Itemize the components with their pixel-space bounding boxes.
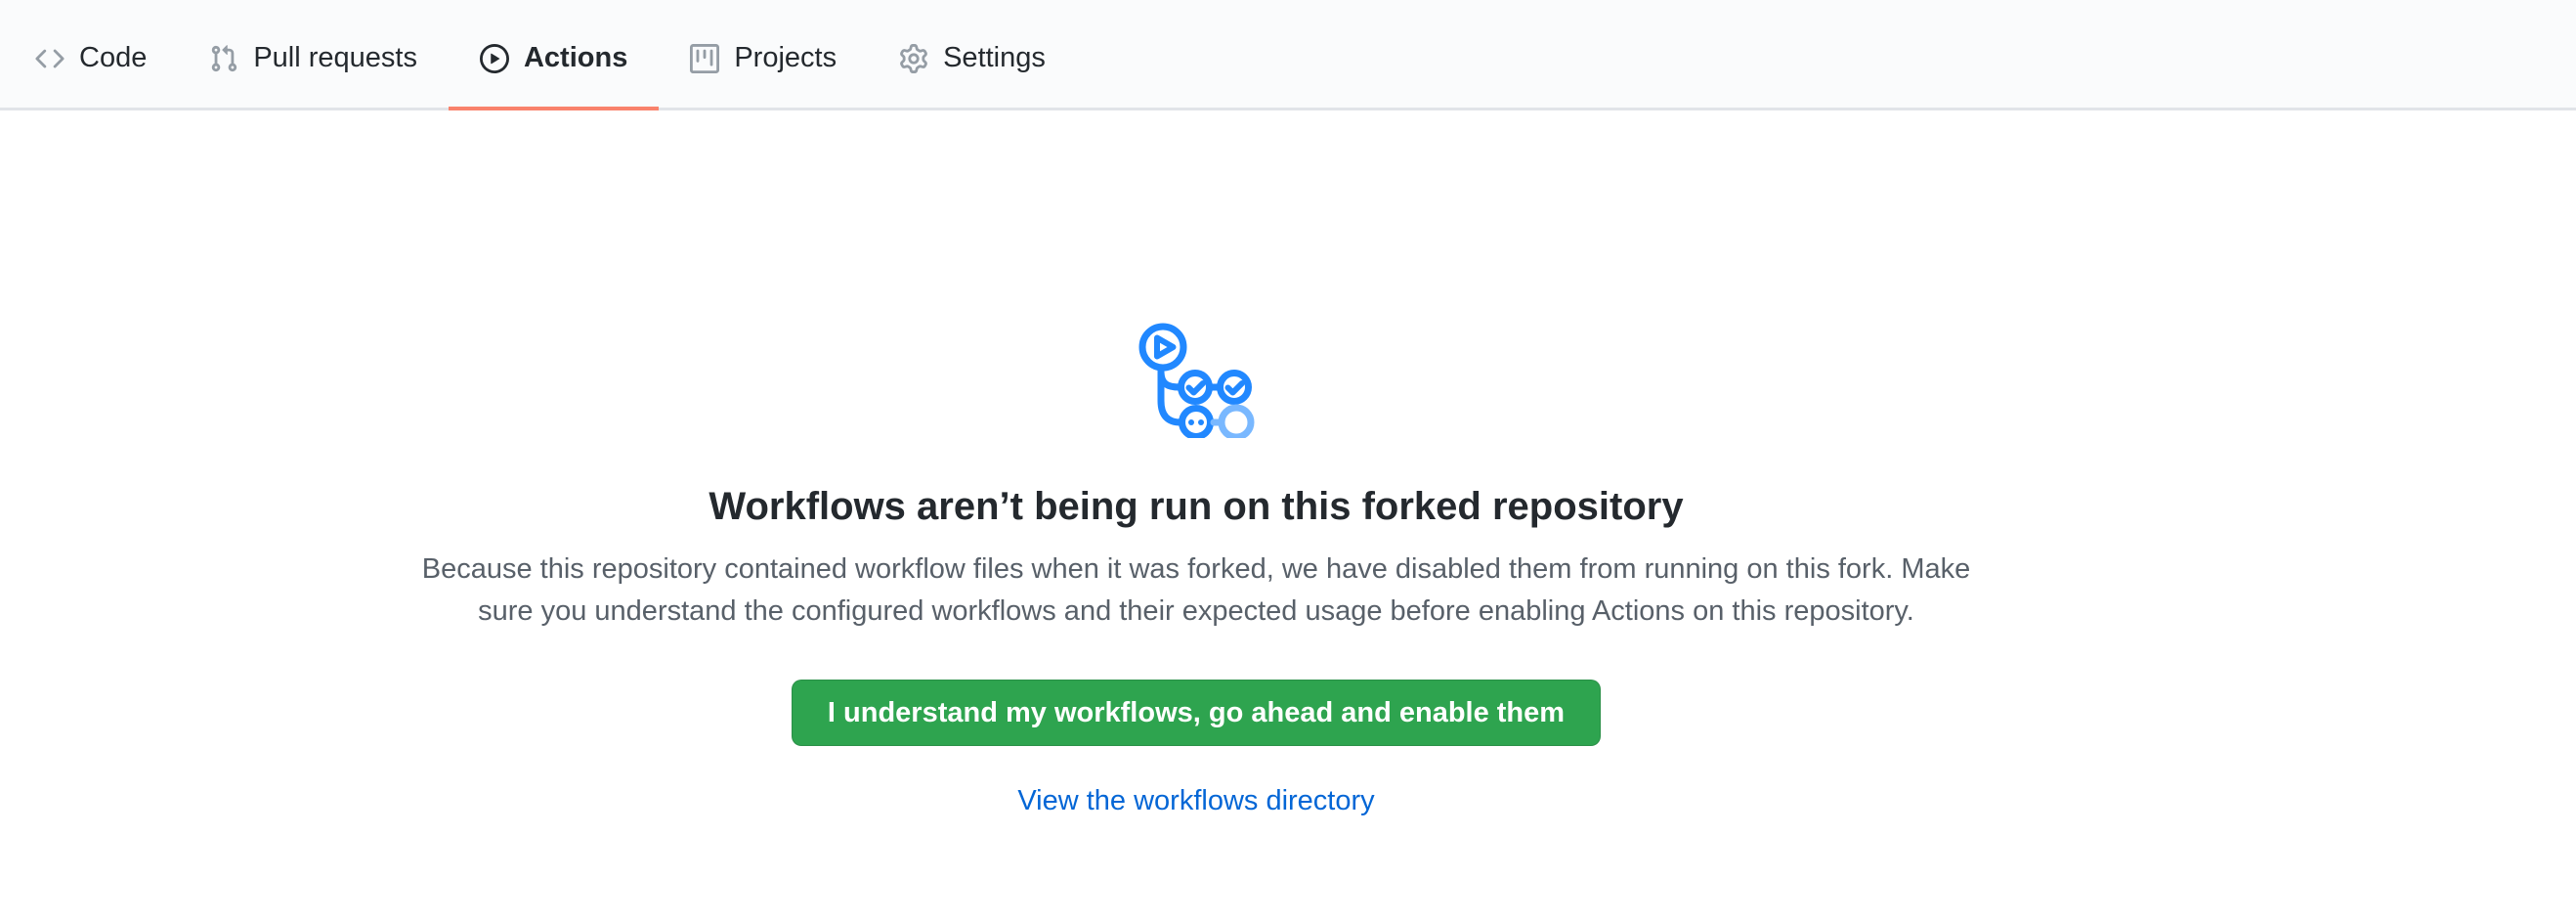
- tab-code[interactable]: Code: [4, 10, 178, 110]
- workflow-graph-icon: [1138, 321, 1255, 438]
- tab-projects[interactable]: Projects: [659, 10, 868, 110]
- tab-label: Settings: [943, 44, 1046, 72]
- tab-pull-requests[interactable]: Pull requests: [178, 10, 449, 110]
- empty-state-description: Because this repository contained workfl…: [395, 549, 1997, 633]
- empty-state-title: Workflows aren’t being run on this forke…: [0, 482, 2392, 531]
- tab-label: Projects: [734, 44, 837, 72]
- git-pull-request-icon: [209, 44, 238, 73]
- tab-label: Pull requests: [253, 44, 417, 72]
- play-icon: [480, 44, 509, 73]
- view-workflows-directory-link[interactable]: View the workflows directory: [1017, 785, 1374, 816]
- tab-settings[interactable]: Settings: [868, 10, 1077, 110]
- gear-icon: [899, 44, 928, 73]
- project-icon: [690, 44, 719, 73]
- actions-empty-state: Workflows aren’t being run on this forke…: [0, 110, 2392, 817]
- tab-actions[interactable]: Actions: [449, 10, 659, 110]
- code-icon: [35, 44, 64, 73]
- tab-label: Actions: [524, 44, 627, 72]
- repo-tab-nav: Code Pull requests Actions Projects Sett…: [0, 0, 2576, 110]
- enable-workflows-button[interactable]: I understand my workflows, go ahead and …: [792, 680, 1601, 746]
- tab-label: Code: [79, 44, 147, 72]
